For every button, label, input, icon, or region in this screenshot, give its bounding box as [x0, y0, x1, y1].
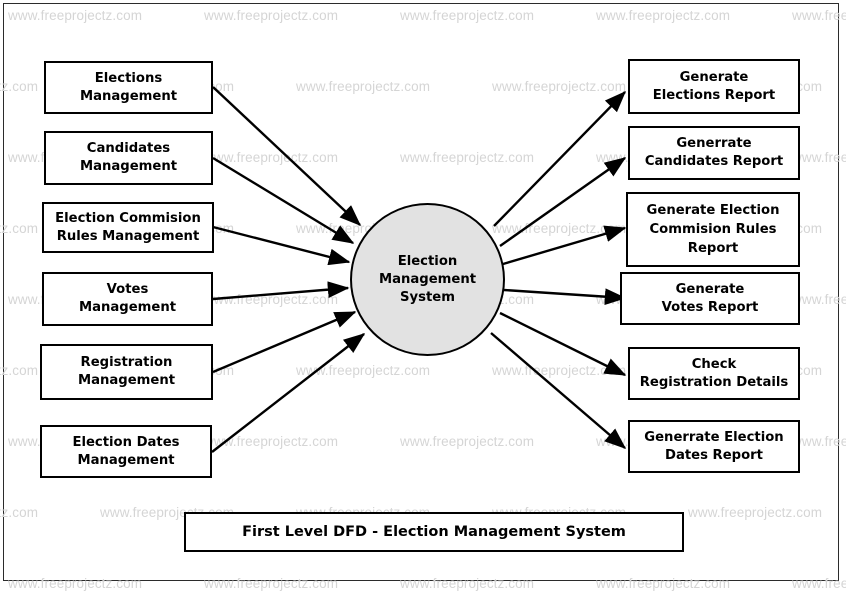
edge-elections-to-process — [212, 86, 362, 226]
edge-registration-to-process — [212, 310, 357, 374]
edge-process-to-commision-rules-report — [502, 225, 627, 266]
edge-election-dates-to-process — [211, 333, 366, 453]
node-label: Votes Management — [78, 282, 177, 315]
node-label: Generate Election Commision Rules Report — [646, 203, 780, 256]
node-check-registration-details[interactable]: Check Registration Details — [628, 347, 800, 400]
node-label: Generrate Election Dates Report — [644, 429, 784, 463]
dfd-diagram-canvas: www.freeprojectz.com www.freeprojectz.com… — [0, 0, 846, 593]
edge-candidates-to-process — [212, 156, 355, 245]
edge-votes-to-process — [212, 281, 350, 301]
node-election-dates-management[interactable]: Election Dates Management — [40, 425, 212, 478]
node-generate-election-commision-rules-report[interactable]: Generate Election Commision Rules Report — [626, 192, 800, 267]
edge-process-to-elections-report — [493, 90, 627, 227]
edge-process-to-registration-details — [499, 311, 627, 377]
process-election-management-system[interactable]: Election Management System — [350, 203, 505, 356]
node-generate-elections-report[interactable]: Generate Elections Report — [628, 59, 800, 114]
node-generate-election-dates-report[interactable]: Generrate Election Dates Report — [628, 420, 800, 473]
node-election-commision-rules-management[interactable]: Election Commision Rules Management — [42, 202, 214, 253]
node-votes-management[interactable]: Votes Management — [42, 272, 213, 326]
node-generate-votes-report[interactable]: Generate Votes Report — [620, 272, 800, 325]
node-label: Candidates Management — [79, 141, 178, 174]
node-label: Elections Management — [79, 70, 178, 104]
edge-commision-rules-to-process — [212, 225, 351, 266]
node-registration-management[interactable]: Registration Management — [40, 344, 213, 400]
diagram-caption-box: First Level DFD - Election Management Sy… — [184, 512, 684, 552]
node-label: Election Commision Rules Management — [55, 210, 201, 244]
diagram-caption-label: First Level DFD - Election Management Sy… — [242, 524, 626, 540]
node-label: Check Registration Details — [639, 356, 789, 390]
node-label: Generrate Candidates Report — [644, 136, 784, 169]
node-label: Registration Management — [77, 355, 176, 388]
node-elections-management[interactable]: Elections Management — [44, 61, 213, 114]
node-candidates-management[interactable]: Candidates Management — [44, 131, 213, 185]
edge-process-to-election-dates-report — [490, 332, 627, 449]
edge-process-to-votes-report — [503, 288, 627, 306]
node-label: Generate Elections Report — [652, 69, 776, 103]
node-generate-candidates-report[interactable]: Generrate Candidates Report — [628, 126, 800, 180]
node-label: Election Dates Management — [72, 434, 180, 468]
process-label: Election Management System — [378, 253, 477, 305]
node-label: Generate Votes Report — [661, 281, 759, 315]
